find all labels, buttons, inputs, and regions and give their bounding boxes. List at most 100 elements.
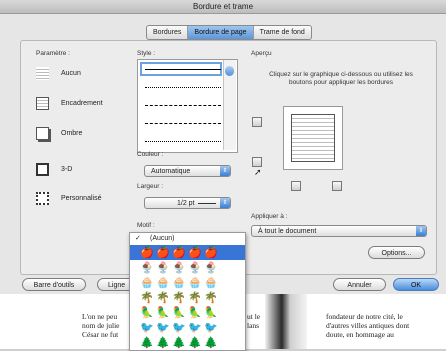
tab-bordures[interactable]: Bordures <box>147 26 189 39</box>
motif-option-trees[interactable]: 🌲 🌲 🌲 🌲 🌲 <box>130 335 245 350</box>
palm-art-icon: 🌴 <box>140 291 154 304</box>
motif-option-parrots[interactable]: 🦜 🦜 🦜 🦜 🦜 <box>130 305 245 320</box>
toolbar-button[interactable]: Barre d'outils <box>22 278 86 291</box>
apply-to-heading: Appliquer à : <box>251 213 288 220</box>
apple-art-icon: 🍎 <box>140 246 154 259</box>
apple-art-icon: 🍎 <box>172 246 186 259</box>
options-button[interactable]: Options... <box>368 246 425 259</box>
width-heading: Largeur : <box>137 183 164 190</box>
tab-trame-de-fond[interactable]: Trame de fond <box>254 26 311 39</box>
width-value: 1/2 pt <box>177 200 195 207</box>
left-border-toggle-icon[interactable] <box>291 181 301 191</box>
document-text-col2: ut le lans <box>247 312 261 330</box>
parrot-art-icon: 🦜 <box>204 306 218 319</box>
document-text-col1: L'on ne peu nom de julie César ne fut <box>82 312 120 339</box>
palm-art-icon: 🌴 <box>172 291 186 304</box>
bird-art-icon: 🐦 <box>172 321 186 334</box>
cupcake-art-icon: 🧁 <box>156 276 170 289</box>
statue-photo <box>265 294 307 349</box>
cupcake-art-icon: 🧁 <box>204 276 218 289</box>
setting-heading: Paramètre : <box>36 50 70 57</box>
parrot-art-icon: 🦜 <box>172 306 186 319</box>
popup-arrow-icon: ⇕ <box>416 226 426 236</box>
palm-art-icon: 🌴 <box>188 291 202 304</box>
tree-art-icon: 🌲 <box>172 336 186 349</box>
top-border-toggle-icon[interactable] <box>252 117 262 127</box>
color-value: Automatique <box>151 168 191 175</box>
preview-page[interactable] <box>283 106 343 170</box>
tab-bordure-de-page[interactable]: Bordure de page <box>188 26 254 39</box>
style-option-dash-dot[interactable] <box>145 123 221 124</box>
3d-border-icon <box>36 163 49 176</box>
motif-option-cupcakes[interactable]: 🧁 🧁 🧁 🧁 🧁 <box>130 275 245 290</box>
apple-art-icon: 🍎 <box>204 246 218 259</box>
tree-art-icon: 🌲 <box>188 336 202 349</box>
apple-art-icon: 🍎 <box>188 246 202 259</box>
window-titlebar: Bordure et trame <box>0 0 446 14</box>
apply-to-popup[interactable]: À tout le document ⇕ <box>251 225 427 237</box>
motif-option-apples[interactable]: 🍎 🍎 🍎 🍎 🍎 <box>130 245 245 260</box>
ice-cream-art-icon: 🍨 <box>156 261 170 274</box>
style-option-dash-dot-dot[interactable] <box>145 141 221 142</box>
parrot-art-icon: 🦜 <box>156 306 170 319</box>
setting-item-ombre[interactable]: Ombre <box>36 127 82 140</box>
bird-art-icon: 🐦 <box>140 321 154 334</box>
style-option-dashed[interactable] <box>145 105 221 106</box>
custom-border-icon <box>36 192 49 205</box>
color-popup[interactable]: Automatique ⇕ <box>144 165 231 177</box>
width-line-sample <box>198 203 216 204</box>
setting-item-aucun[interactable]: Aucun <box>36 67 81 80</box>
width-popup[interactable]: 1/2 pt ⇕ <box>144 197 231 209</box>
setting-label: Personnalisé <box>61 195 102 202</box>
ok-button[interactable]: OK <box>393 278 439 291</box>
ice-cream-art-icon: 🍨 <box>204 261 218 274</box>
motif-heading: Motif : <box>137 222 155 229</box>
cancel-button[interactable]: Annuler <box>333 278 386 291</box>
preview-heading: Aperçu <box>251 50 272 57</box>
scrollbar-thumb[interactable] <box>225 66 234 76</box>
setting-item-personnalise[interactable]: Personnalisé <box>36 192 101 205</box>
cupcake-art-icon: 🧁 <box>140 276 154 289</box>
apply-to-value: À tout le document <box>258 228 317 235</box>
checkmark-icon: ✓ <box>135 235 141 242</box>
style-option-solid[interactable] <box>145 69 221 70</box>
style-option-dotted[interactable] <box>145 87 221 88</box>
box-border-icon <box>36 97 49 110</box>
tree-art-icon: 🌲 <box>156 336 170 349</box>
cupcake-art-icon: 🧁 <box>172 276 186 289</box>
motif-option-birds[interactable]: 🐦 🐦 🐦 🐦 🐦 <box>130 320 245 335</box>
shadow-border-icon <box>36 127 49 140</box>
motif-option-palms[interactable]: 🌴 🌴 🌴 🌴 🌴 <box>130 290 245 305</box>
parrot-art-icon: 🦜 <box>188 306 202 319</box>
motif-option-label: (Aucun) <box>150 235 175 242</box>
preview-border <box>291 114 335 162</box>
right-border-toggle-icon[interactable] <box>332 181 342 191</box>
parrot-art-icon: 🦜 <box>140 306 154 319</box>
popup-arrow-icon: ⇕ <box>220 198 230 208</box>
motif-option-none[interactable]: ✓ (Aucun) <box>130 233 245 245</box>
popup-arrow-icon: ⇕ <box>220 166 230 176</box>
style-scrollbar[interactable] <box>223 60 236 150</box>
setting-label: Encadrement <box>61 100 103 107</box>
no-border-icon <box>36 67 49 80</box>
ice-cream-art-icon: 🍨 <box>188 261 202 274</box>
preview-instructions: Cliquez sur le graphique ci-dessous ou u… <box>269 71 413 86</box>
bottom-border-toggle-icon[interactable] <box>252 157 262 167</box>
palm-art-icon: 🌴 <box>156 291 170 304</box>
motif-option-ice-cream[interactable]: 🍨 🍨 🍨 🍨 🍨 <box>130 260 245 275</box>
style-heading: Style : <box>137 50 156 57</box>
tab-bar: Bordures Bordure de page Trame de fond <box>146 25 312 40</box>
bird-art-icon: 🐦 <box>188 321 202 334</box>
window-title: Bordure et trame <box>192 2 254 11</box>
ice-cream-art-icon: 🍨 <box>140 261 154 274</box>
setting-label: Ombre <box>61 130 83 137</box>
bird-art-icon: 🐦 <box>156 321 170 334</box>
motif-dropdown-menu[interactable]: ✓ (Aucun) 🍎 🍎 🍎 🍎 🍎 🍨 🍨 🍨 🍨 🍨 🧁 🧁 🧁 🧁 🧁 … <box>129 232 246 351</box>
setting-item-encadrement[interactable]: Encadrement <box>36 97 103 110</box>
color-heading: Couleur : <box>137 151 164 158</box>
palm-art-icon: 🌴 <box>204 291 218 304</box>
setting-label: 3-D <box>61 166 73 173</box>
cupcake-art-icon: 🧁 <box>188 276 202 289</box>
setting-item-3d[interactable]: 3-D <box>36 163 72 176</box>
apple-art-icon: 🍎 <box>156 246 170 259</box>
